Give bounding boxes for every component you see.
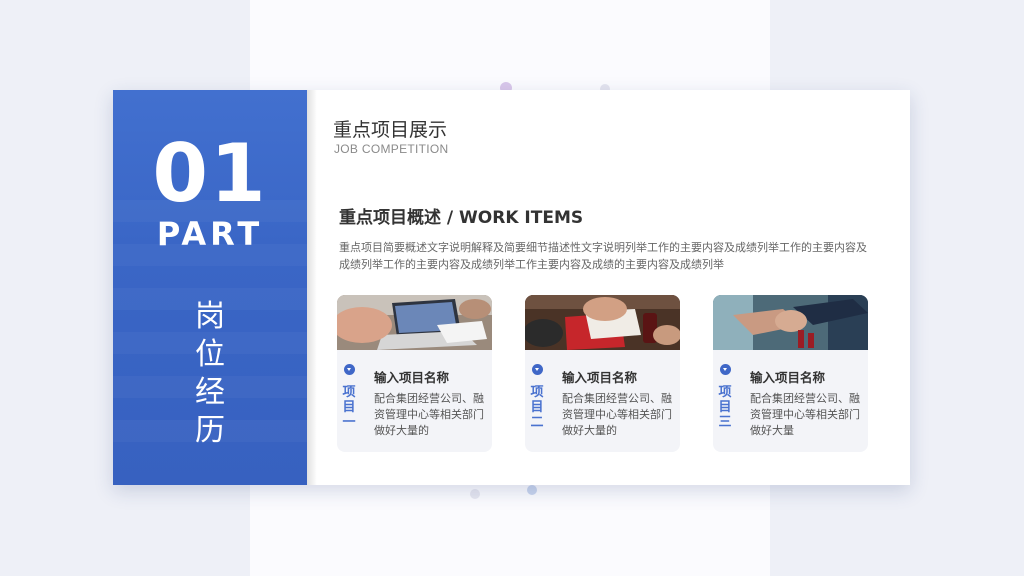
vertical-title: 岗 位 经 历 <box>187 298 233 450</box>
panel-shadow <box>307 90 317 485</box>
page-title: 重点项目展示 <box>333 119 448 141</box>
project-description: 配合集团经营公司、融资管理中心等相关部门做好大量的 <box>374 392 484 437</box>
project-card-3[interactable]: 项 目 三 输入项目名称 配合集团经营公司、融资管理中心等相关部门做好大量 <box>713 295 868 452</box>
page-subtitle: JOB COMPETITION <box>334 142 449 156</box>
project-name: 输入项目名称 <box>750 370 826 385</box>
project-tag-char: 三 <box>718 415 732 430</box>
project-card-2[interactable]: 项 目 二 输入项目名称 配合集团经营公司、融资管理中心等相关部门做好大量的 <box>525 295 680 452</box>
project-card-1[interactable]: 项 目 一 输入项目名称 配合集团经营公司、融资管理中心等相关部门做好大量的 <box>337 295 492 452</box>
project-tag-char: 目 <box>718 400 732 415</box>
project-tag: 项 目 三 <box>717 385 733 430</box>
project-tag-char: 项 <box>342 385 356 400</box>
project-tag-char: 目 <box>530 400 544 415</box>
laptop-desk-photo <box>337 295 492 350</box>
project-tag-char: 项 <box>718 385 732 400</box>
writing-desk-photo <box>525 295 680 350</box>
decor-dot <box>470 489 480 499</box>
project-description: 配合集团经营公司、融资管理中心等相关部门做好大量的 <box>562 392 672 437</box>
section-description: 重点项目简要概述文字说明解释及简要细节描述性文字说明列举工作的主要内容及成绩列举… <box>339 241 867 271</box>
part-number: 01 <box>152 127 268 220</box>
project-description: 配合集团经营公司、融资管理中心等相关部门做好大量 <box>750 392 860 437</box>
slide-card: 01 PART 岗 位 经 历 重点项目展示 JOB COMPETITION 重… <box>113 90 910 485</box>
handshake-photo <box>713 295 868 350</box>
section-title: 重点项目概述 / WORK ITEMS <box>339 208 584 228</box>
vertical-title-char: 岗 <box>195 299 225 334</box>
project-tag-char: 二 <box>530 415 544 430</box>
vertical-title-char: 位 <box>195 337 225 372</box>
project-name: 输入项目名称 <box>374 370 450 385</box>
project-tag-char: 目 <box>342 400 356 415</box>
decor-dot <box>527 485 537 495</box>
project-tag-char: 项 <box>530 385 544 400</box>
chevron-down-icon <box>344 364 355 375</box>
chevron-down-icon <box>720 364 731 375</box>
chevron-down-icon <box>532 364 543 375</box>
project-tag: 项 目 二 <box>529 385 545 430</box>
project-tag: 项 目 一 <box>341 385 357 430</box>
project-tag-char: 一 <box>342 415 356 430</box>
project-name: 输入项目名称 <box>562 370 638 385</box>
vertical-title-char: 经 <box>195 375 225 410</box>
vertical-title-char: 历 <box>195 413 225 448</box>
part-label: PART <box>156 215 264 253</box>
part-panel: 01 PART 岗 位 经 历 <box>113 90 307 485</box>
